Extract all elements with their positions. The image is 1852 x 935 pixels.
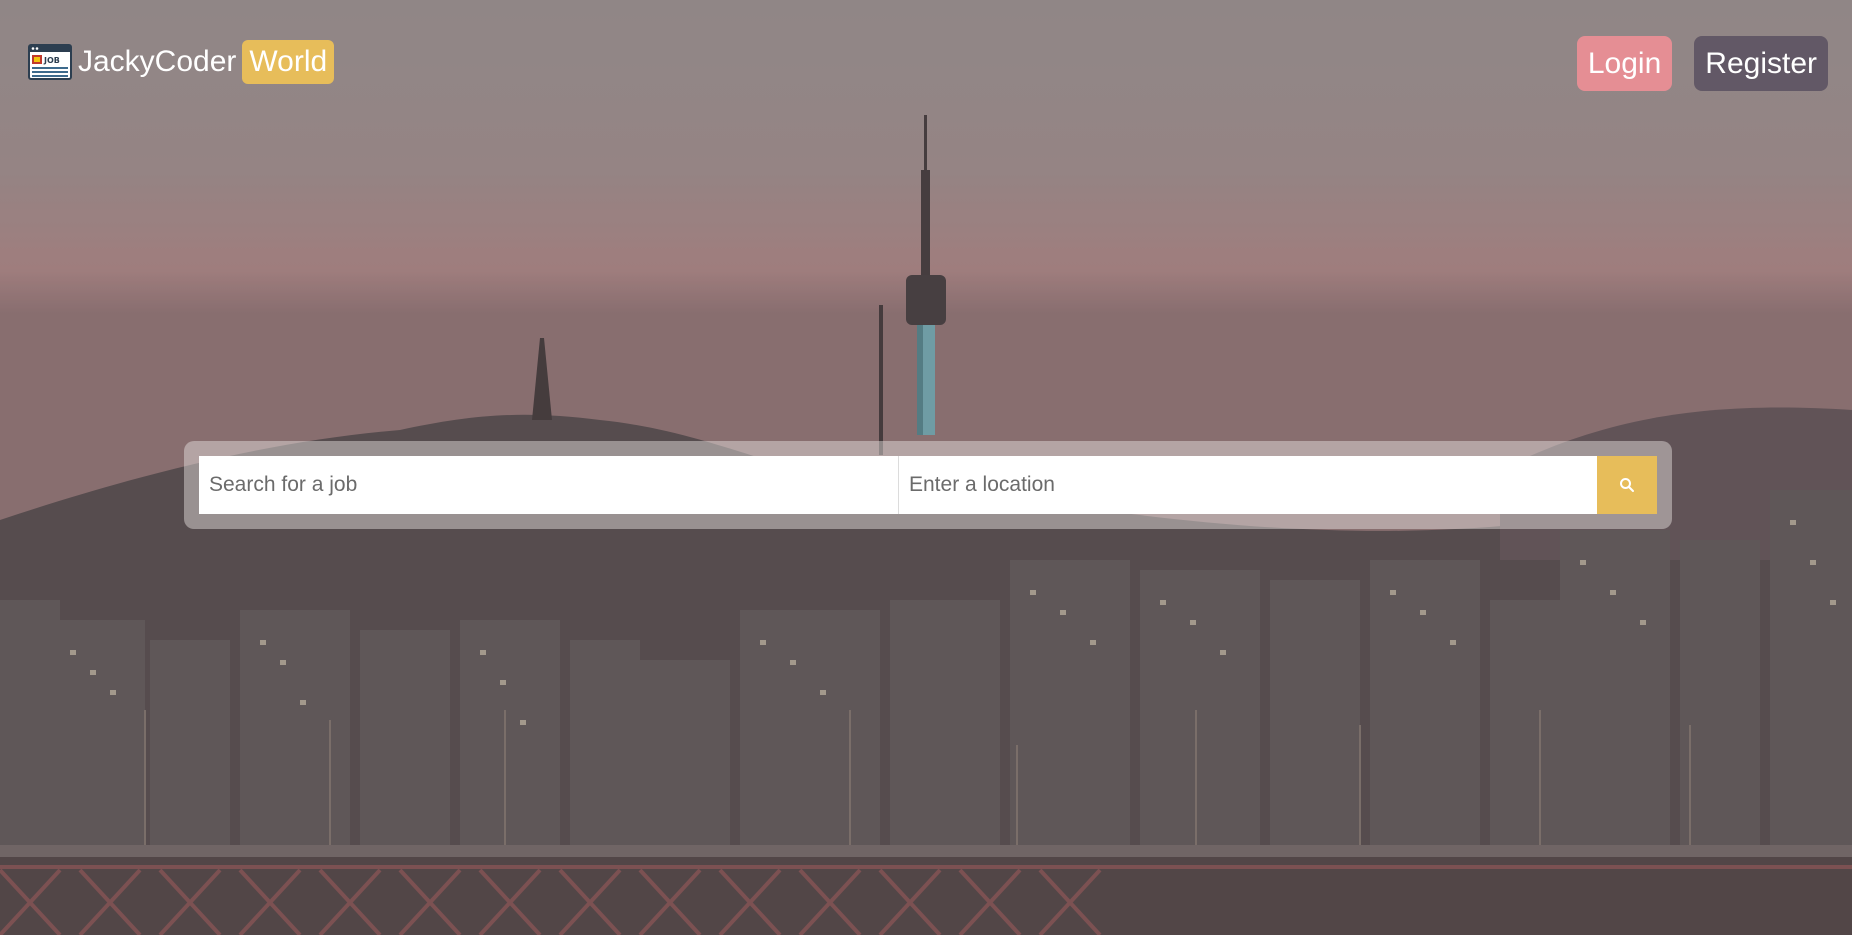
- job-board-icon: JOB: [28, 44, 72, 80]
- search-panel: [184, 441, 1672, 529]
- brand-name: JackyCoder: [78, 45, 237, 78]
- search-button[interactable]: [1597, 456, 1657, 514]
- search-icon: [1620, 478, 1634, 492]
- top-navbar: JOB JackyCoder World Login Register: [0, 0, 1852, 130]
- brand-badge: World: [242, 40, 335, 84]
- landing-page: JOB JackyCoder World Login Register: [0, 0, 1852, 935]
- nav-actions: Login Register: [1576, 36, 1828, 91]
- job-search-input[interactable]: [199, 456, 899, 514]
- svg-text:JOB: JOB: [43, 56, 60, 65]
- register-button[interactable]: Register: [1694, 36, 1828, 91]
- login-button[interactable]: Login: [1576, 36, 1673, 91]
- location-input[interactable]: [899, 456, 1597, 514]
- brand-link[interactable]: JOB JackyCoder World: [28, 38, 335, 86]
- search-bar: [199, 456, 1657, 514]
